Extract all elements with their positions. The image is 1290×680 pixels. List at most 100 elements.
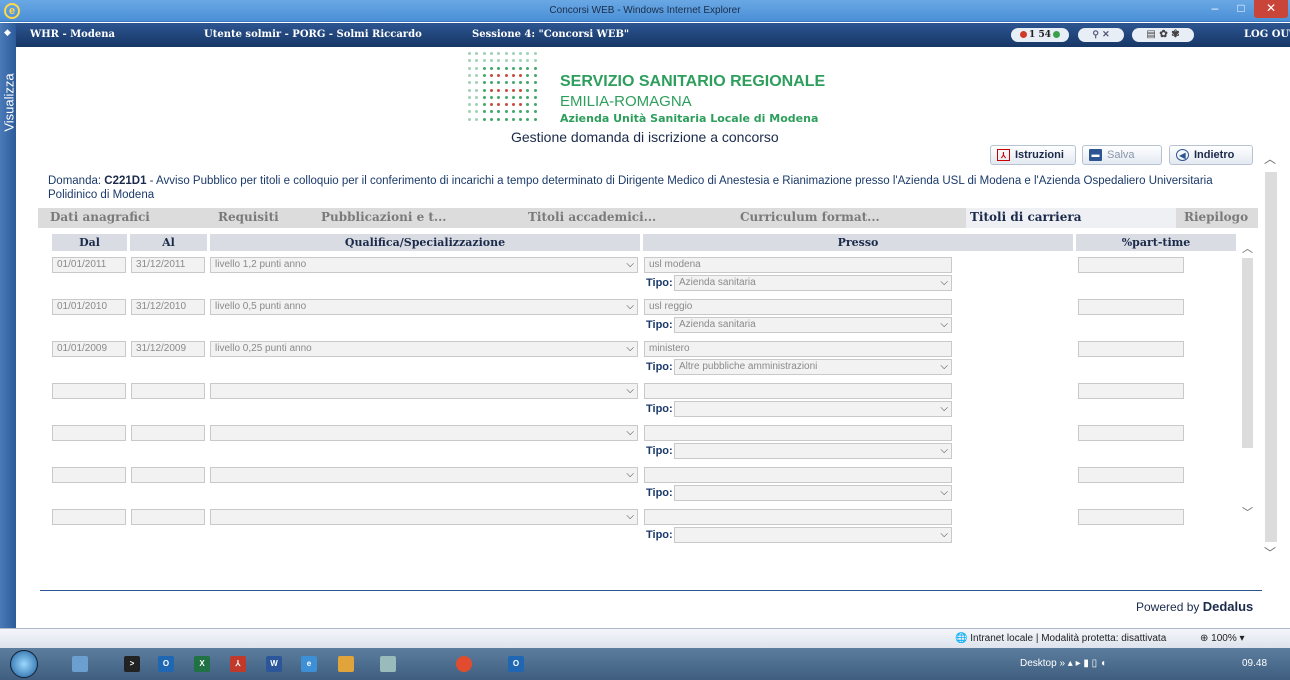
grid-scroll-down-icon[interactable]: ﹀ xyxy=(1242,504,1253,520)
tipo-label: Tipo: xyxy=(646,277,673,289)
qualifica-select[interactable]: livello 0,25 punti anno ⌵ xyxy=(210,341,638,357)
parttime-input[interactable] xyxy=(1078,425,1184,441)
qualifica-select[interactable]: livello 0,5 punti anno ⌵ xyxy=(210,299,638,315)
al-input[interactable] xyxy=(131,383,205,399)
chrome-icon[interactable] xyxy=(456,656,472,672)
tab-requisiti[interactable]: Requisiti xyxy=(218,210,279,224)
qualifica-select[interactable]: livello 1,2 punti anno ⌵ xyxy=(210,257,638,273)
toolbar-icons[interactable]: ▤ ✿ ✾ xyxy=(1132,28,1194,42)
istruzioni-button[interactable]: ⅄ Istruzioni xyxy=(990,145,1076,165)
start-button[interactable] xyxy=(10,650,38,678)
logo-dot xyxy=(533,117,537,121)
al-input[interactable]: 31/12/2009 xyxy=(131,341,205,357)
header-line3: Azienda Unità Sanitaria Locale di Modena xyxy=(560,112,819,125)
logo-dot xyxy=(533,81,537,85)
notification-counters[interactable]: 1 54 xyxy=(1011,28,1069,42)
dal-input[interactable] xyxy=(52,467,126,483)
tab-pubblicazioni[interactable]: Pubblicazioni e t... xyxy=(321,210,446,224)
minimize-button[interactable]: – xyxy=(1202,0,1228,18)
maximize-button[interactable]: □ xyxy=(1228,0,1254,18)
presso-input[interactable]: usl reggio xyxy=(644,299,952,315)
folder-icon[interactable] xyxy=(338,656,354,672)
logo-dot xyxy=(475,103,479,107)
visualizza-sidebar[interactable]: ◆ Visualizza xyxy=(0,23,17,628)
dal-input[interactable] xyxy=(52,509,126,525)
dal-input[interactable]: 01/01/2010 xyxy=(52,299,126,315)
dal-input[interactable] xyxy=(52,383,126,399)
grid-scroll-track[interactable] xyxy=(1242,258,1253,448)
logo-dot xyxy=(526,95,530,99)
presso-input[interactable] xyxy=(644,509,952,525)
logout-button[interactable]: LOG OUT xyxy=(1244,29,1290,40)
tipo-select[interactable]: ⌵ xyxy=(674,485,952,501)
al-input[interactable] xyxy=(131,509,205,525)
tipo-select[interactable]: Azienda sanitaria ⌵ xyxy=(674,275,952,291)
al-input[interactable]: 31/12/2011 xyxy=(131,257,205,273)
tipo-select[interactable]: ⌵ xyxy=(674,401,952,417)
page-scrollbar[interactable]: ︿ ﹀ xyxy=(1262,148,1280,563)
qualifica-select[interactable]: ⌵ xyxy=(210,425,638,441)
security-zone[interactable]: 🌐 Intranet locale | Modalità protetta: d… xyxy=(955,633,1166,644)
close-button[interactable]: ✕ xyxy=(1254,0,1288,18)
explorer-icon[interactable] xyxy=(72,656,88,672)
scroll-track[interactable] xyxy=(1265,172,1277,542)
calculator-icon[interactable] xyxy=(380,656,396,672)
window-title: Concorsi WEB - Windows Internet Explorer xyxy=(549,5,741,16)
chevron-down-icon: ⌵ xyxy=(940,445,948,456)
parttime-input[interactable] xyxy=(1078,509,1184,525)
tab-curriculum[interactable]: Curriculum format... xyxy=(740,210,880,224)
chevron-down-icon: ⌵ xyxy=(626,469,634,480)
dal-input[interactable]: 01/01/2009 xyxy=(52,341,126,357)
qualifica-select[interactable]: ⌵ xyxy=(210,383,638,399)
zoom-control[interactable]: ⊕ 100% ▾ xyxy=(1200,633,1245,644)
parttime-input[interactable] xyxy=(1078,383,1184,399)
terminal-icon[interactable]: > xyxy=(124,656,140,672)
dal-input[interactable] xyxy=(52,425,126,441)
qualifica-select[interactable]: ⌵ xyxy=(210,467,638,483)
qualifica-select[interactable]: ⌵ xyxy=(210,509,638,525)
al-input[interactable] xyxy=(131,425,205,441)
dal-input-value: 01/01/2011 xyxy=(57,259,107,270)
presso-input[interactable]: usl modena xyxy=(644,257,952,273)
scroll-down-icon[interactable]: ﹀ xyxy=(1264,544,1276,561)
grid-scroll-up-icon[interactable]: ︿ xyxy=(1242,240,1253,256)
outlook2-icon[interactable]: O xyxy=(508,656,524,672)
logo-dot xyxy=(519,73,523,77)
logo-dot xyxy=(511,117,515,121)
word-icon[interactable]: W xyxy=(266,656,282,672)
presso-input[interactable] xyxy=(644,425,952,441)
clock[interactable]: 09.48 xyxy=(1242,658,1267,669)
tab-riepilogo[interactable]: Riepilogo xyxy=(1184,210,1248,224)
indietro-button[interactable]: ◀ Indietro xyxy=(1169,145,1253,165)
presso-input[interactable] xyxy=(644,467,952,483)
tipo-select[interactable]: Azienda sanitaria ⌵ xyxy=(674,317,952,333)
excel-icon[interactable]: X xyxy=(194,656,210,672)
expand-arrow-icon[interactable]: ◆ xyxy=(4,27,11,38)
tipo-select[interactable]: Altre pubbliche amministrazioni ⌵ xyxy=(674,359,952,375)
grid-header: Dal Al Qualifica/Specializzazione Presso… xyxy=(52,234,1237,251)
parttime-input[interactable] xyxy=(1078,299,1184,315)
tab-titoli-carriera[interactable]: Titoli di carriera xyxy=(970,210,1081,224)
logo-dot xyxy=(489,117,493,121)
parttime-input[interactable] xyxy=(1078,257,1184,273)
scroll-up-icon[interactable]: ︿ xyxy=(1264,150,1276,167)
al-input[interactable]: 31/12/2010 xyxy=(131,299,205,315)
grid-scrollbar[interactable]: ︿ ﹀ xyxy=(1240,236,1256,532)
presso-input[interactable]: ministero xyxy=(644,341,952,357)
search-tools[interactable]: ⚲ ✕ xyxy=(1078,28,1124,42)
presso-input[interactable] xyxy=(644,383,952,399)
ie-taskbar-icon[interactable]: e xyxy=(301,656,317,672)
tipo-select[interactable]: ⌵ xyxy=(674,527,952,543)
desktop-toolbar[interactable]: Desktop » ▴ ▸ ▮ ▯ ◖ xyxy=(1020,658,1106,669)
outlook-icon[interactable]: O xyxy=(158,656,174,672)
salva-button[interactable]: ▬ Salva xyxy=(1082,145,1162,165)
tipo-select[interactable]: ⌵ xyxy=(674,443,952,459)
dal-input[interactable]: 01/01/2011 xyxy=(52,257,126,273)
tipo-label: Tipo: xyxy=(646,487,673,499)
al-input[interactable] xyxy=(131,467,205,483)
acrobat-icon[interactable]: ⅄ xyxy=(230,656,246,672)
parttime-input[interactable] xyxy=(1078,341,1184,357)
parttime-input[interactable] xyxy=(1078,467,1184,483)
tab-titoli-accademici[interactable]: Titoli accademici... xyxy=(528,210,656,224)
tab-dati-anagrafici[interactable]: Dati anagrafici xyxy=(50,210,150,224)
